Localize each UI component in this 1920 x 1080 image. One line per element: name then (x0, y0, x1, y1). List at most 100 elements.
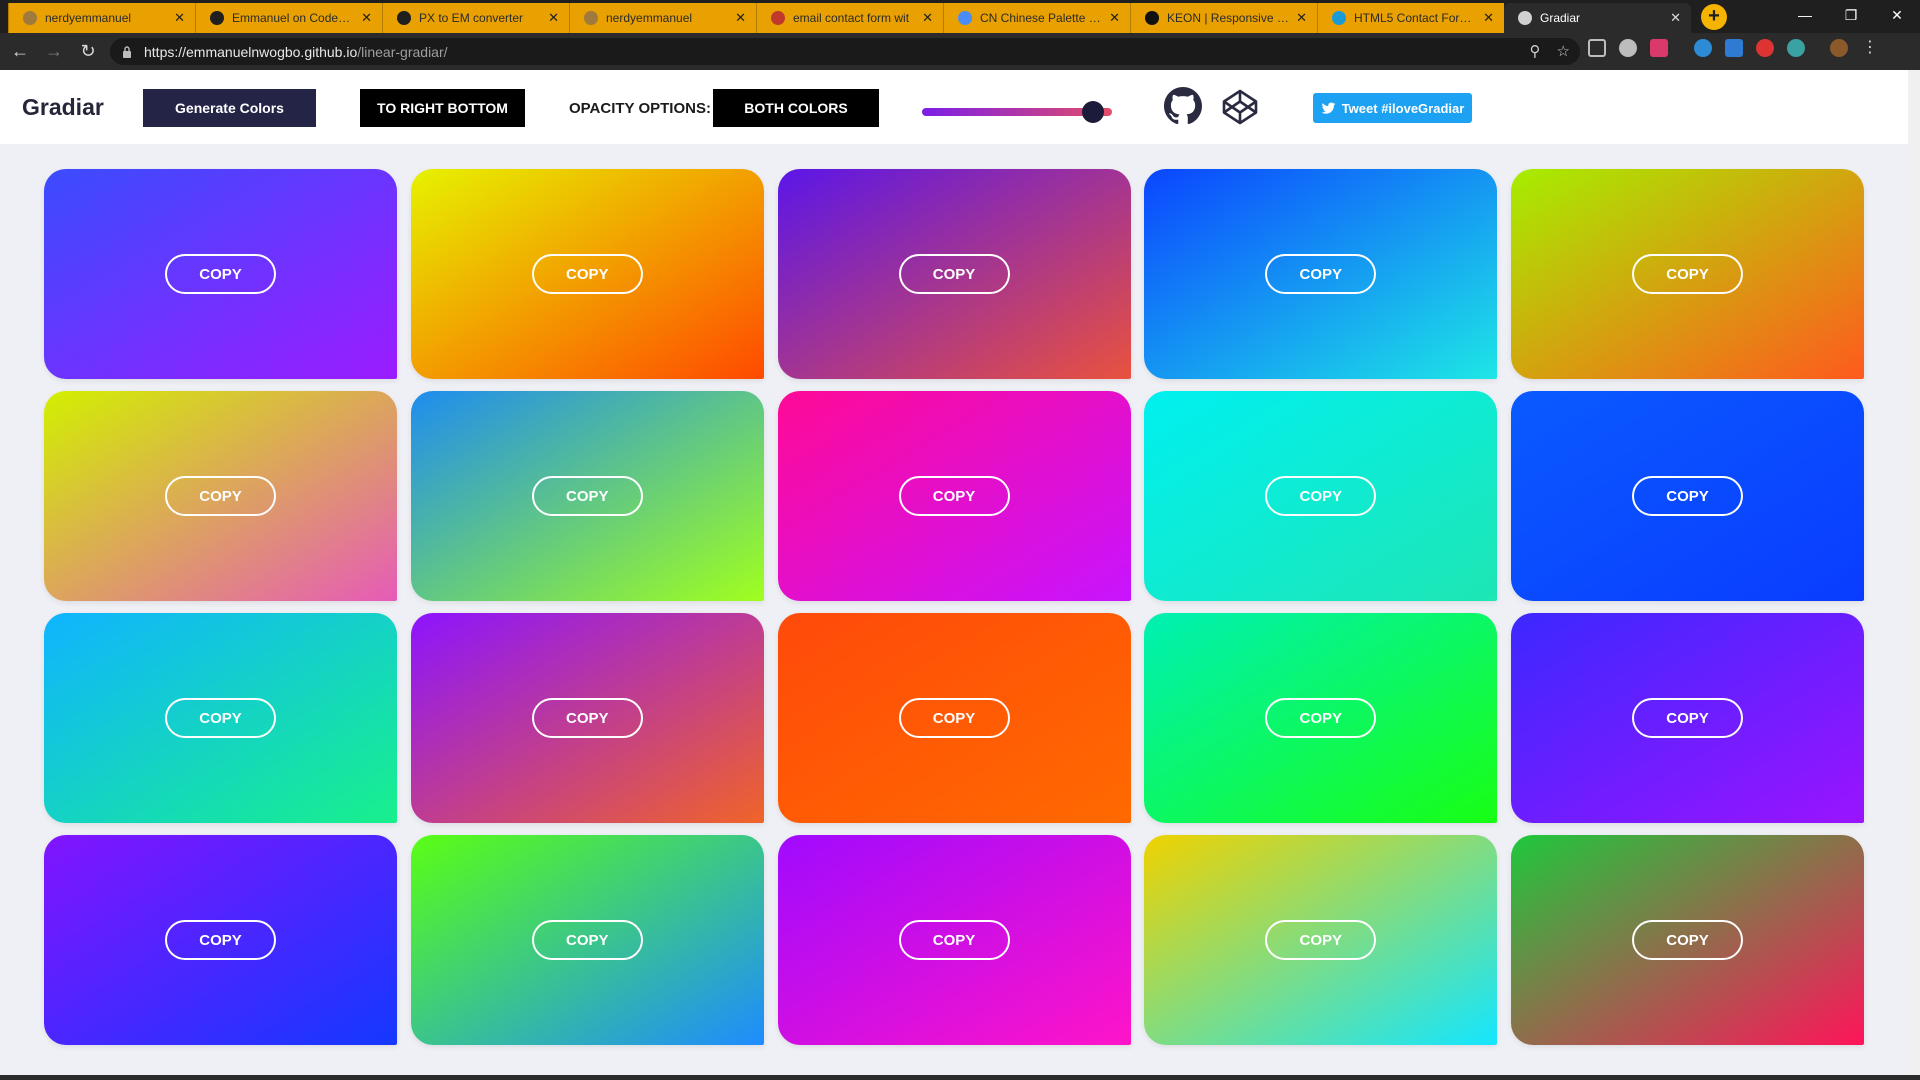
github-icon[interactable] (1164, 87, 1202, 125)
copy-button[interactable]: COPY (1265, 920, 1377, 960)
profile-avatar-icon[interactable] (1830, 39, 1848, 57)
forward-icon[interactable]: → (40, 38, 68, 66)
opacity-select-button[interactable]: BOTH COLORS (713, 89, 879, 127)
tab-title: PX to EM converter (419, 11, 524, 25)
gradient-card: COPY (777, 169, 1131, 379)
tab-title: nerdyemmanuel (606, 11, 693, 25)
favicon-icon (1332, 11, 1346, 25)
tab-title: CN Chinese Palette | Fla (980, 11, 1102, 25)
tab-strip: nerdyemmanuel ✕ Emmanuel on CodePen ✕ PX to … (0, 0, 1691, 33)
gradient-card: COPY (44, 835, 397, 1045)
copy-button[interactable]: COPY (1632, 254, 1743, 294)
settings-extension-icon[interactable] (1619, 39, 1637, 57)
copy-button[interactable]: COPY (1265, 698, 1377, 738)
zoom-icon[interactable]: ⚲ (1530, 42, 1541, 60)
browser-tab[interactable]: Gradiar ✕ (1504, 3, 1691, 33)
new-tab-button[interactable]: + (1701, 4, 1727, 30)
tab-title: HTML5 Contact Form T (1354, 11, 1476, 25)
gradient-card: COPY (777, 613, 1131, 823)
copy-button[interactable]: COPY (898, 476, 1010, 516)
gradient-grid: COPY COPY COPY COPY COPY COPY COPY COPY COPY COPY… (44, 169, 1864, 1045)
app-header: Gradiar Generate Colors TO RIGHT BOTTOM … (0, 70, 1920, 144)
copy-button[interactable]: COPY (165, 698, 276, 738)
lock-icon (123, 45, 131, 58)
brand-logo: Gradiar (22, 94, 104, 120)
copy-button[interactable]: COPY (898, 698, 1010, 738)
tweet-button[interactable]: Tweet #iloveGradiar (1313, 93, 1472, 123)
favicon-icon (771, 11, 785, 25)
copy-button[interactable]: COPY (898, 920, 1010, 960)
copy-button[interactable]: COPY (531, 476, 643, 516)
tab-close-icon[interactable]: ✕ (735, 11, 746, 24)
gradient-card: COPY (1511, 835, 1864, 1045)
extension-icon[interactable] (1650, 39, 1668, 57)
extension-icon[interactable] (1588, 39, 1606, 57)
tab-close-icon[interactable]: ✕ (361, 11, 372, 24)
generate-colors-button[interactable]: Generate Colors (143, 89, 316, 127)
copy-button[interactable]: COPY (1265, 476, 1377, 516)
extension-icon[interactable] (1756, 39, 1774, 57)
menu-dots-icon[interactable]: ⋮ (1861, 39, 1879, 57)
bookmark-star-icon[interactable]: ☆ (1557, 42, 1570, 60)
tab-close-icon[interactable]: ✕ (1296, 11, 1307, 24)
browser-tab[interactable]: email contact form wit ✕ (756, 3, 943, 33)
tab-title: email contact form wit (793, 11, 910, 25)
browser-tab[interactable]: nerdyemmanuel ✕ (569, 3, 756, 33)
gradient-card: COPY (1511, 169, 1864, 379)
minimize-icon[interactable]: — (1782, 0, 1828, 30)
react-extension-icon[interactable] (1694, 39, 1712, 57)
gradient-card: COPY (777, 391, 1131, 601)
browser-tab-bar: nerdyemmanuel ✕ Emmanuel on CodePen ✕ PX to … (0, 0, 1920, 33)
extension-icon[interactable] (1725, 39, 1743, 57)
browser-tab[interactable]: KEON | Responsive Per ✕ (1130, 3, 1317, 33)
reload-icon[interactable]: ↻ (74, 38, 102, 66)
copy-button[interactable]: COPY (1265, 254, 1377, 294)
gradient-card: COPY (777, 835, 1131, 1045)
browser-tab[interactable]: nerdyemmanuel ✕ (8, 3, 195, 33)
restore-icon[interactable]: ❐ (1828, 0, 1874, 30)
tab-close-icon[interactable]: ✕ (1670, 11, 1681, 24)
extension-icon[interactable] (1787, 39, 1805, 57)
url-text: https://emmanuelnwogbo.github.io/linear-… (144, 43, 448, 60)
browser-tab[interactable]: Emmanuel on CodePen ✕ (195, 3, 382, 33)
window-controls: — ❐ ✕ (1782, 0, 1920, 30)
address-bar-row: ← → ↻ https://emmanuelnwogbo.github.io/l… (0, 33, 1920, 70)
tab-close-icon[interactable]: ✕ (922, 11, 933, 24)
copy-button[interactable]: COPY (165, 254, 276, 294)
copy-button[interactable]: COPY (165, 920, 276, 960)
gradient-card: COPY (1511, 391, 1864, 601)
close-window-icon[interactable]: ✕ (1874, 0, 1920, 30)
copy-button[interactable]: COPY (1632, 476, 1743, 516)
extensions-area: ⋮ (1588, 39, 1879, 57)
url-input[interactable]: https://emmanuelnwogbo.github.io/linear-… (110, 38, 1580, 65)
copy-button[interactable]: COPY (531, 698, 643, 738)
gradient-card: COPY (1144, 613, 1498, 823)
slider-thumb[interactable] (1082, 101, 1104, 123)
copy-button[interactable]: COPY (531, 920, 643, 960)
page-scrollbar[interactable] (1908, 70, 1920, 1080)
gradient-card: COPY (410, 169, 764, 379)
opacity-slider[interactable] (922, 101, 1112, 123)
tab-close-icon[interactable]: ✕ (1109, 11, 1120, 24)
gradient-card: COPY (1144, 835, 1498, 1045)
back-icon[interactable]: ← (6, 38, 34, 66)
tab-close-icon[interactable]: ✕ (548, 11, 559, 24)
copy-button[interactable]: COPY (898, 254, 1010, 294)
browser-tab[interactable]: HTML5 Contact Form T ✕ (1317, 3, 1504, 33)
copy-button[interactable]: COPY (1632, 698, 1743, 738)
tweet-label: Tweet #iloveGradiar (1341, 100, 1465, 116)
browser-tab[interactable]: PX to EM converter ✕ (382, 3, 569, 33)
twitter-bird-icon (1321, 102, 1336, 114)
tab-close-icon[interactable]: ✕ (174, 11, 185, 24)
browser-tab[interactable]: CN Chinese Palette | Fla ✕ (943, 3, 1130, 33)
gradient-card: COPY (1144, 169, 1498, 379)
direction-button[interactable]: TO RIGHT BOTTOM (360, 89, 525, 127)
copy-button[interactable]: COPY (1632, 920, 1743, 960)
copy-button[interactable]: COPY (165, 476, 276, 516)
favicon-icon (958, 11, 972, 25)
copy-button[interactable]: COPY (531, 254, 643, 294)
favicon-icon (1518, 11, 1532, 25)
gradient-card: COPY (44, 613, 397, 823)
codepen-icon[interactable] (1220, 87, 1260, 127)
tab-close-icon[interactable]: ✕ (1483, 11, 1494, 24)
